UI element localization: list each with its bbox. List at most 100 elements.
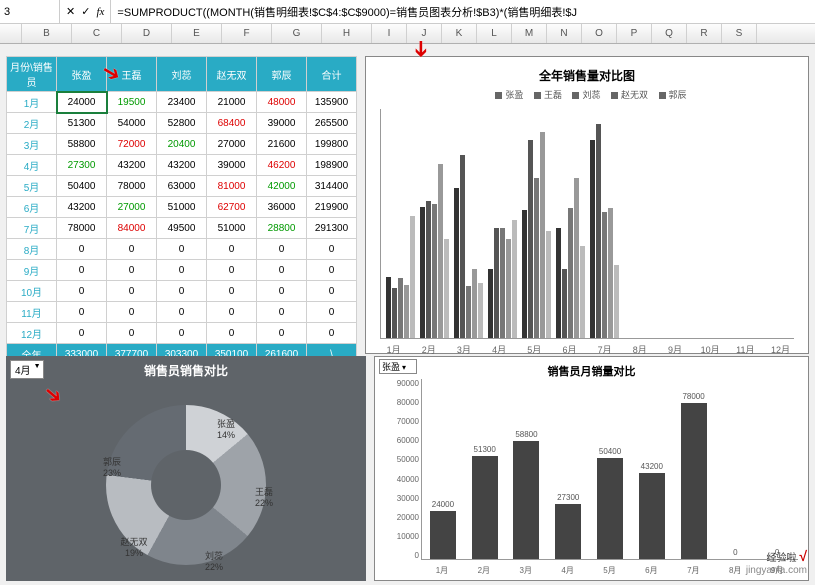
cell[interactable]: 0: [107, 281, 157, 302]
col-header[interactable]: L: [477, 24, 512, 43]
month-select[interactable]: 4月: [10, 360, 44, 379]
col-header[interactable]: S: [722, 24, 757, 43]
cell[interactable]: 21000: [207, 92, 257, 113]
cell[interactable]: 0: [207, 239, 257, 260]
cell[interactable]: 49500: [157, 218, 207, 239]
month-cell[interactable]: 11月: [7, 302, 57, 323]
cell[interactable]: 39000: [207, 155, 257, 176]
cell[interactable]: 0: [307, 260, 357, 281]
month-cell[interactable]: 4月: [7, 155, 57, 176]
accept-icon[interactable]: ✓: [81, 5, 90, 18]
cell[interactable]: 199800: [307, 134, 357, 155]
cell[interactable]: 0: [107, 323, 157, 344]
cell[interactable]: 24000: [57, 92, 107, 113]
cell[interactable]: 0: [207, 260, 257, 281]
cell[interactable]: 27000: [207, 134, 257, 155]
cell[interactable]: 23400: [157, 92, 207, 113]
cell[interactable]: 78000: [107, 176, 157, 197]
col-header[interactable]: B: [22, 24, 72, 43]
cell[interactable]: 0: [257, 239, 307, 260]
cell[interactable]: 20400: [157, 134, 207, 155]
header-cell[interactable]: 赵无双: [207, 57, 257, 92]
cell[interactable]: 52800: [157, 113, 207, 134]
cell[interactable]: 28800: [257, 218, 307, 239]
cell[interactable]: 43200: [57, 197, 107, 218]
cell[interactable]: 50400: [57, 176, 107, 197]
yearly-bar-chart[interactable]: 全年销售量对比图 张盈 王磊 刘蕊 赵无双 郭辰 1月2月3月4月5月6月7月8…: [365, 56, 809, 354]
col-header[interactable]: M: [512, 24, 547, 43]
cell[interactable]: 0: [57, 260, 107, 281]
cell[interactable]: 43200: [157, 155, 207, 176]
cell[interactable]: 51300: [57, 113, 107, 134]
header-cell[interactable]: 郭辰: [257, 57, 307, 92]
fx-icon[interactable]: fx: [96, 6, 104, 18]
col-header[interactable]: P: [617, 24, 652, 43]
cell[interactable]: 39000: [257, 113, 307, 134]
cell[interactable]: 62700: [207, 197, 257, 218]
col-header[interactable]: F: [222, 24, 272, 43]
cell[interactable]: 0: [157, 323, 207, 344]
cell[interactable]: 314400: [307, 176, 357, 197]
cell[interactable]: 0: [157, 302, 207, 323]
header-cell[interactable]: 合计: [307, 57, 357, 92]
cell[interactable]: 48000: [257, 92, 307, 113]
cell[interactable]: 81000: [207, 176, 257, 197]
cell[interactable]: 0: [207, 281, 257, 302]
cell[interactable]: 135900: [307, 92, 357, 113]
month-cell[interactable]: 12月: [7, 323, 57, 344]
month-cell[interactable]: 5月: [7, 176, 57, 197]
cell[interactable]: 219900: [307, 197, 357, 218]
month-cell[interactable]: 10月: [7, 281, 57, 302]
cell[interactable]: 0: [57, 323, 107, 344]
month-cell[interactable]: 7月: [7, 218, 57, 239]
cell[interactable]: 0: [107, 260, 157, 281]
cell[interactable]: 0: [307, 323, 357, 344]
col-header[interactable]: H: [322, 24, 372, 43]
col-header[interactable]: K: [442, 24, 477, 43]
cell[interactable]: 0: [257, 281, 307, 302]
cell[interactable]: 0: [307, 302, 357, 323]
col-header[interactable]: I: [372, 24, 407, 43]
cell[interactable]: 291300: [307, 218, 357, 239]
monthly-bar-chart[interactable]: 张盈 销售员月销量对比 9000080000700006000050000400…: [374, 356, 809, 581]
cell[interactable]: 0: [207, 302, 257, 323]
cell[interactable]: 21600: [257, 134, 307, 155]
month-cell[interactable]: 2月: [7, 113, 57, 134]
month-cell[interactable]: 1月: [7, 92, 57, 113]
header-cell[interactable]: 刘蕊: [157, 57, 207, 92]
cell[interactable]: 0: [207, 323, 257, 344]
header-cell[interactable]: 月份\销售员: [7, 57, 57, 92]
col-header[interactable]: E: [172, 24, 222, 43]
col-header[interactable]: R: [687, 24, 722, 43]
col-header[interactable]: C: [72, 24, 122, 43]
cell[interactable]: 0: [157, 281, 207, 302]
formula-input[interactable]: =SUMPRODUCT((MONTH(销售明细表!$C$4:$C$9000)=销…: [111, 4, 815, 20]
cell[interactable]: 0: [307, 281, 357, 302]
cell[interactable]: 0: [257, 323, 307, 344]
cell[interactable]: 46200: [257, 155, 307, 176]
cell[interactable]: 72000: [107, 134, 157, 155]
cell[interactable]: 265500: [307, 113, 357, 134]
col-header[interactable]: N: [547, 24, 582, 43]
cell[interactable]: 0: [57, 302, 107, 323]
month-cell[interactable]: 8月: [7, 239, 57, 260]
cell[interactable]: 0: [157, 260, 207, 281]
cell[interactable]: 198900: [307, 155, 357, 176]
cell[interactable]: 0: [157, 239, 207, 260]
cell[interactable]: 58800: [57, 134, 107, 155]
cell[interactable]: 43200: [107, 155, 157, 176]
month-cell[interactable]: 3月: [7, 134, 57, 155]
sales-table[interactable]: 月份\销售员 张盈 王磊 刘蕊 赵无双 郭辰 合计 1月240001950023…: [6, 56, 357, 365]
cell[interactable]: 0: [307, 239, 357, 260]
col-header[interactable]: Q: [652, 24, 687, 43]
cell[interactable]: 36000: [257, 197, 307, 218]
col-header[interactable]: O: [582, 24, 617, 43]
cell[interactable]: 78000: [57, 218, 107, 239]
cell[interactable]: 0: [57, 281, 107, 302]
cell[interactable]: 0: [107, 302, 157, 323]
month-cell[interactable]: 6月: [7, 197, 57, 218]
cell[interactable]: 84000: [107, 218, 157, 239]
cell[interactable]: 0: [257, 302, 307, 323]
cell[interactable]: 51000: [157, 197, 207, 218]
col-header[interactable]: D: [122, 24, 172, 43]
